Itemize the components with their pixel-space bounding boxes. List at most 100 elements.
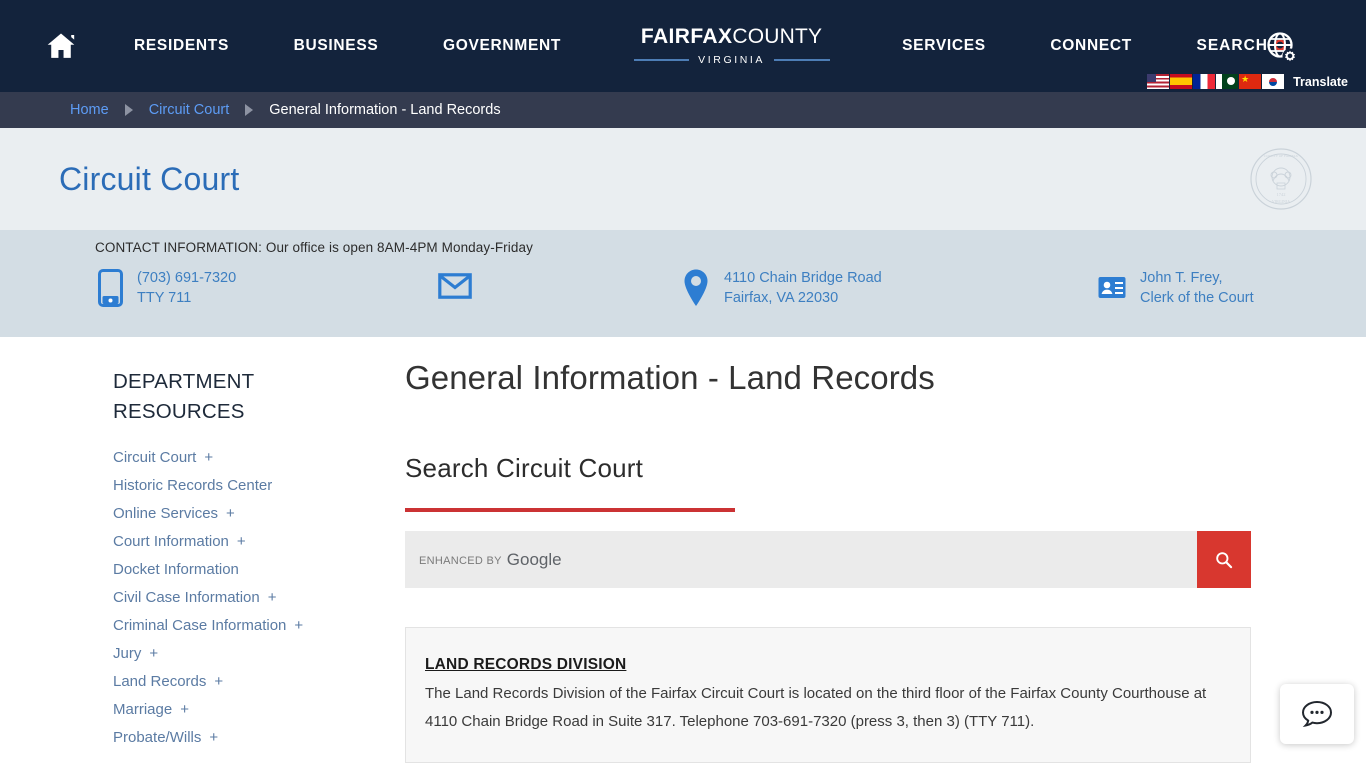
- expand-plus-icon[interactable]: +: [209, 729, 218, 746]
- us-flag-icon[interactable]: [1147, 74, 1170, 89]
- sidebar-item-label[interactable]: Docket Information: [113, 561, 239, 578]
- search-submit-button[interactable]: [1197, 531, 1251, 588]
- sidebar-item-online-services[interactable]: Online Services +: [113, 505, 310, 522]
- logo-rule-right: [774, 59, 830, 61]
- card-title: LAND RECORDS DIVISION: [425, 656, 627, 673]
- section-underline: [405, 508, 735, 512]
- department-title-band: Circuit Court 1742 VIRGINIA COUNTY OF FA…: [0, 128, 1366, 230]
- south-korea-flag-icon[interactable]: [1262, 74, 1285, 89]
- site-header: RESIDENTS BUSINESS GOVERNMENT FAIRFAXCOU…: [0, 0, 1366, 92]
- sidebar-item-land-records[interactable]: Land Records +: [113, 673, 310, 690]
- spain-flag-icon[interactable]: [1170, 74, 1193, 89]
- china-flag-icon[interactable]: [1239, 74, 1262, 89]
- sidebar-item-label[interactable]: Criminal Case Information: [113, 617, 286, 634]
- expand-plus-icon[interactable]: +: [180, 701, 189, 718]
- sidebar-item-label[interactable]: Jury: [113, 645, 141, 662]
- expand-plus-icon[interactable]: +: [268, 589, 277, 606]
- sidebar-item-court-information[interactable]: Court Information +: [113, 533, 310, 550]
- search-placeholder: ENHANCED BY Google: [419, 550, 562, 570]
- nav-item-government[interactable]: GOVERNMENT: [443, 37, 561, 55]
- sidebar-item-label[interactable]: Civil Case Information: [113, 589, 260, 606]
- sidebar-heading: DEPARTMENT RESOURCES: [113, 370, 254, 423]
- logo-subline: VIRGINIA: [633, 54, 830, 66]
- breadcrumb-separator-icon: [245, 104, 254, 116]
- expand-plus-icon[interactable]: +: [294, 617, 303, 634]
- search-placeholder-prefix: ENHANCED BY: [419, 554, 502, 567]
- page-title: Circuit Court: [59, 160, 240, 197]
- logo-virginia: VIRGINIA: [698, 54, 766, 66]
- contact-tty[interactable]: TTY 711: [137, 290, 191, 306]
- svg-text:1742: 1742: [1277, 192, 1286, 197]
- main-content-area: DEPARTMENT RESOURCES Circuit Court + His…: [0, 337, 1366, 768]
- sidebar-item-label[interactable]: Marriage: [113, 701, 172, 718]
- translate-label[interactable]: Translate: [1293, 75, 1348, 89]
- nav-search-label: SEARCH: [1196, 37, 1268, 54]
- content-page-title: General Information - Land Records: [405, 359, 935, 396]
- sidebar-item-label[interactable]: Online Services: [113, 505, 218, 522]
- expand-plus-icon[interactable]: +: [237, 533, 246, 550]
- mobile-phone-icon: [98, 269, 123, 307]
- nav-item-services[interactable]: SERVICES: [902, 37, 986, 55]
- contact-email[interactable]: [438, 273, 472, 299]
- sidebar-item-label[interactable]: Land Records: [113, 673, 206, 690]
- land-records-division-card: LAND RECORDS DIVISION The Land Records D…: [405, 627, 1251, 763]
- logo-wordmark: FAIRFAXCOUNTY: [641, 26, 822, 47]
- site-logo[interactable]: FAIRFAXCOUNTY VIRGINIA: [633, 26, 830, 66]
- breadcrumb-separator-icon: [124, 104, 133, 116]
- home-icon[interactable]: [44, 29, 78, 63]
- search-icon: [1216, 551, 1233, 568]
- google-search-box: ENHANCED BY Google: [405, 531, 1251, 588]
- svg-text:COUNTY OF FAIRFAX: COUNTY OF FAIRFAX: [1264, 154, 1299, 158]
- logo-fairfax: FAIRFAX: [640, 25, 733, 48]
- envelope-icon: [438, 273, 472, 299]
- contact-address[interactable]: 4110 Chain Bridge Road Fairfax, VA 22030: [682, 268, 882, 308]
- clerk-title: Clerk of the Court: [1140, 290, 1254, 306]
- breadcrumb-item-circuit-court[interactable]: Circuit Court: [149, 102, 230, 118]
- pakistan-flag-icon[interactable]: [1216, 74, 1239, 89]
- id-card-icon: [1098, 277, 1126, 298]
- breadcrumb-item-current: General Information - Land Records: [269, 102, 501, 118]
- nav-item-residents[interactable]: RESIDENTS: [134, 37, 229, 55]
- sidebar-item-label[interactable]: Historic Records Center: [113, 477, 272, 494]
- search-input[interactable]: ENHANCED BY Google: [405, 531, 1197, 588]
- contact-phone[interactable]: (703) 691-7320 TTY 711: [98, 268, 236, 308]
- france-flag-icon[interactable]: [1193, 74, 1216, 89]
- sidebar-item-civil-case-information[interactable]: Civil Case Information +: [113, 589, 310, 606]
- county-seal-watermark-icon: 1742 VIRGINIA COUNTY OF FAIRFAX: [1249, 147, 1313, 211]
- logo-rule-left: [633, 59, 690, 61]
- chat-widget-button[interactable]: [1280, 684, 1354, 744]
- breadcrumb: Home Circuit Court General Information -…: [0, 92, 1366, 128]
- sidebar-item-probate-wills[interactable]: Probate/Wills +: [113, 729, 310, 746]
- contact-clerk[interactable]: John T. Frey, Clerk of the Court: [1098, 268, 1254, 308]
- breadcrumb-item-home[interactable]: Home: [70, 102, 109, 118]
- expand-plus-icon[interactable]: +: [204, 449, 213, 466]
- map-pin-icon: [684, 269, 708, 306]
- svg-text:VIRGINIA: VIRGINIA: [1272, 199, 1290, 204]
- chat-bubble-icon: [1301, 700, 1333, 727]
- department-resources-sidebar: DEPARTMENT RESOURCES Circuit Court + His…: [0, 337, 310, 768]
- expand-plus-icon[interactable]: +: [226, 505, 235, 522]
- sidebar-item-label[interactable]: Probate/Wills: [113, 729, 201, 746]
- clerk-name: John T. Frey,: [1140, 270, 1223, 286]
- google-wordmark: Google: [506, 549, 562, 569]
- section-title-search-circuit-court: Search Circuit Court: [405, 453, 644, 483]
- sidebar-item-criminal-case-information[interactable]: Criminal Case Information +: [113, 617, 310, 634]
- sidebar-item-circuit-court[interactable]: Circuit Court +: [113, 449, 310, 466]
- expand-plus-icon[interactable]: +: [214, 673, 223, 690]
- globe-settings-icon[interactable]: [1264, 30, 1300, 66]
- sidebar-item-label[interactable]: Court Information: [113, 533, 229, 550]
- contact-address-line2[interactable]: Fairfax, VA 22030: [724, 290, 838, 306]
- sidebar-item-docket-information[interactable]: Docket Information: [113, 561, 310, 578]
- card-body: The Land Records Division of the Fairfax…: [425, 685, 1207, 730]
- sidebar-item-marriage[interactable]: Marriage +: [113, 701, 310, 718]
- nav-item-business[interactable]: BUSINESS: [294, 37, 379, 55]
- contact-information-band: CONTACT INFORMATION: Our office is open …: [0, 230, 1366, 337]
- nav-links: RESIDENTS BUSINESS GOVERNMENT FAIRFAXCOU…: [78, 26, 1338, 66]
- nav-item-connect[interactable]: CONNECT: [1050, 37, 1132, 55]
- sidebar-item-historic-records-center[interactable]: Historic Records Center: [113, 477, 310, 494]
- contact-phone-number[interactable]: (703) 691-7320: [137, 270, 236, 286]
- contact-address-line1[interactable]: 4110 Chain Bridge Road: [724, 270, 882, 286]
- sidebar-item-label[interactable]: Circuit Court: [113, 449, 196, 466]
- sidebar-item-jury[interactable]: Jury +: [113, 645, 310, 662]
- expand-plus-icon[interactable]: +: [149, 645, 158, 662]
